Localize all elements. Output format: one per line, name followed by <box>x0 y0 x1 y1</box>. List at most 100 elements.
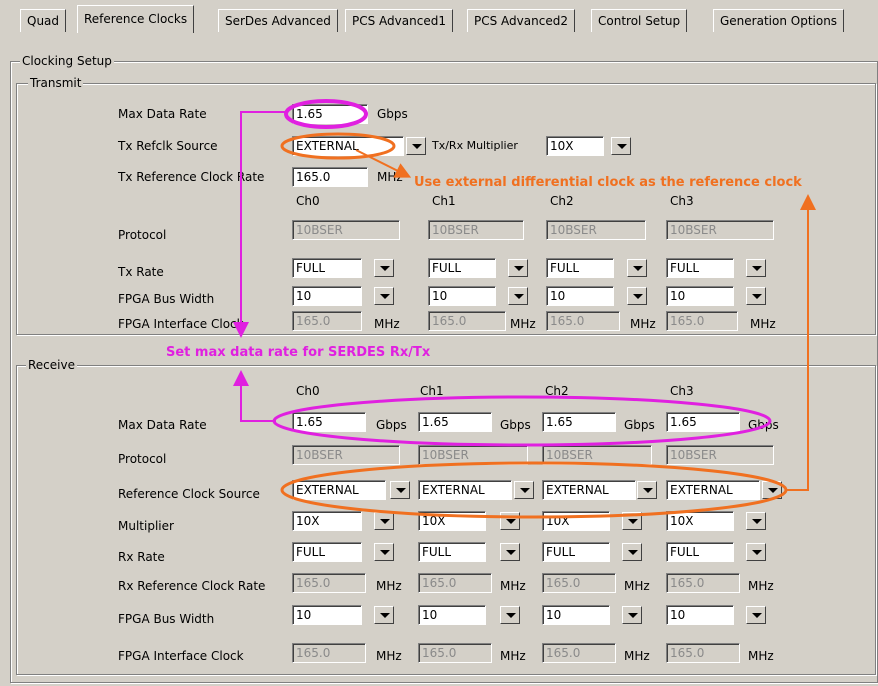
rx-bus-width-ch0-dropdown-icon[interactable] <box>374 606 394 624</box>
rx-rate-ch3[interactable]: FULL <box>666 542 734 562</box>
rx-protocol-ch0: 10BSER <box>292 445 400 465</box>
rx-ref-clock-rate-ch3: 165.0 <box>666 573 740 593</box>
tx-interface-clock-label: FPGA Interface Clock <box>118 317 244 331</box>
tab-reference-clocks[interactable]: Reference Clocks <box>77 5 195 33</box>
rx-ref-clock-source-ch2[interactable]: EXTERNAL <box>542 480 636 500</box>
rx-interface-clock-ch1: 165.0 <box>418 643 492 663</box>
tx-max-data-rate-unit: Gbps <box>377 107 408 121</box>
tx-rate-ch2[interactable]: FULL <box>546 258 614 278</box>
receive-title: Receive <box>26 358 77 372</box>
transmit-title: Transmit <box>28 76 84 90</box>
tx-bus-width-ch3-dropdown-icon[interactable] <box>746 287 766 305</box>
rx-ref-clock-source-ch3[interactable]: EXTERNAL <box>666 480 760 500</box>
rx-gbps-unit-3: Gbps <box>748 418 779 432</box>
tab-bar: Quad Reference Clocks SerDes Advanced PC… <box>0 0 878 34</box>
rx-interface-clock-unit-2: MHz <box>624 649 650 663</box>
tx-bus-width-ch2[interactable]: 10 <box>546 286 614 306</box>
tx-interface-clock-ch1: 165.0 <box>428 311 506 331</box>
tx-rate-ch3[interactable]: FULL <box>666 258 734 278</box>
rx-multiplier-ch2[interactable]: 10X <box>542 511 610 531</box>
rx-rate-ch0[interactable]: FULL <box>292 542 362 562</box>
tx-rate-ch0[interactable]: FULL <box>292 258 362 278</box>
rx-protocol-ch1: 10BSER <box>418 445 528 465</box>
tab-quad[interactable]: Quad <box>20 9 67 32</box>
tx-interface-clock-ch2: 165.0 <box>546 311 620 331</box>
rx-bus-width-ch1[interactable]: 10 <box>418 605 486 625</box>
rx-max-data-rate-label: Max Data Rate <box>118 418 207 432</box>
tx-ch0-header: Ch0 <box>296 194 320 208</box>
tx-bus-width-ch3[interactable]: 10 <box>666 286 734 306</box>
tx-refclk-source-label: Tx Refclk Source <box>118 139 218 153</box>
rx-rate-ch1-dropdown-icon[interactable] <box>500 543 520 561</box>
tx-bus-width-label: FPGA Bus Width <box>118 292 215 306</box>
tx-rate-ch3-dropdown-icon[interactable] <box>746 259 766 277</box>
rx-ref-clock-source-ch0-dropdown-icon[interactable] <box>390 481 410 499</box>
tx-ref-clock-rate-unit: MHz <box>377 170 403 184</box>
rx-bus-width-ch3-dropdown-icon[interactable] <box>746 606 766 624</box>
tx-interface-clock-unit-2: MHz <box>630 317 656 331</box>
rx-multiplier-ch3[interactable]: 10X <box>666 511 734 531</box>
tx-rx-multiplier-label: Tx/Rx Multiplier <box>432 139 518 152</box>
rx-ref-clock-source-ch3-dropdown-icon[interactable] <box>762 481 782 499</box>
tx-bus-width-ch2-dropdown-icon[interactable] <box>627 287 647 305</box>
tx-refclk-source-select[interactable]: EXTERNAL <box>292 136 404 156</box>
tx-rate-ch1[interactable]: FULL <box>428 258 496 278</box>
rx-rate-label: Rx Rate <box>118 550 165 564</box>
rx-bus-width-ch2[interactable]: 10 <box>542 605 610 625</box>
tx-ref-clock-rate-input[interactable]: 165.0 <box>292 167 368 187</box>
tab-pcs-advanced1[interactable]: PCS Advanced1 <box>345 9 453 32</box>
tx-interface-clock-ch3: 165.0 <box>666 311 738 331</box>
tx-interface-clock-unit-3: MHz <box>750 317 776 331</box>
tx-bus-width-ch0-dropdown-icon[interactable] <box>374 287 394 305</box>
tx-interface-clock-ch0: 165.0 <box>292 311 362 331</box>
rx-ref-clock-rate-ch0: 165.0 <box>292 573 366 593</box>
tx-protocol-ch0: 10BSER <box>292 220 400 240</box>
rx-ref-clock-rate-ch1: 165.0 <box>418 573 492 593</box>
rx-max-data-rate-ch3[interactable]: 1.65 <box>666 412 740 432</box>
rx-multiplier-ch2-dropdown-icon[interactable] <box>622 512 642 530</box>
tab-control-setup[interactable]: Control Setup <box>591 9 688 32</box>
rx-rate-ch1[interactable]: FULL <box>418 542 486 562</box>
tab-serdes-advanced[interactable]: SerDes Advanced <box>218 9 338 32</box>
tx-ref-clock-rate-label: Tx Reference Clock Rate <box>118 170 265 184</box>
rx-max-data-rate-ch2[interactable]: 1.65 <box>542 412 616 432</box>
rx-gbps-unit-2: Gbps <box>624 418 655 432</box>
tx-refclk-source-dropdown-icon[interactable] <box>406 137 426 155</box>
rx-ch1-header: Ch1 <box>420 384 444 398</box>
tx-bus-width-ch1-dropdown-icon[interactable] <box>508 287 528 305</box>
rx-rate-ch2-dropdown-icon[interactable] <box>622 543 642 561</box>
tx-rate-ch2-dropdown-icon[interactable] <box>627 259 647 277</box>
tx-bus-width-ch0[interactable]: 10 <box>292 286 362 306</box>
rx-ref-clock-source-ch2-dropdown-icon[interactable] <box>637 481 657 499</box>
rx-max-data-rate-ch1[interactable]: 1.65 <box>418 412 492 432</box>
tab-generation-options[interactable]: Generation Options <box>713 9 845 32</box>
tx-rate-ch0-dropdown-icon[interactable] <box>374 259 394 277</box>
rx-bus-width-ch2-dropdown-icon[interactable] <box>622 606 642 624</box>
tx-interface-clock-unit-1: MHz <box>510 317 536 331</box>
rx-rate-ch0-dropdown-icon[interactable] <box>374 543 394 561</box>
rx-ref-clock-source-ch1[interactable]: EXTERNAL <box>418 480 512 500</box>
tx-rx-multiplier-select[interactable]: 10X <box>546 136 604 156</box>
tx-interface-clock-unit-0: MHz <box>374 317 400 331</box>
rx-multiplier-ch0[interactable]: 10X <box>292 511 362 531</box>
tx-max-data-rate-input[interactable]: 1.65 <box>292 104 368 124</box>
rx-gbps-unit-0: Gbps <box>376 418 407 432</box>
tx-rx-multiplier-dropdown-icon[interactable] <box>611 137 631 155</box>
tx-rate-ch1-dropdown-icon[interactable] <box>508 259 528 277</box>
rx-multiplier-ch1-dropdown-icon[interactable] <box>500 512 520 530</box>
rx-bus-width-ch0[interactable]: 10 <box>292 605 362 625</box>
rx-rate-ch2[interactable]: FULL <box>542 542 610 562</box>
rx-bus-width-ch3[interactable]: 10 <box>666 605 734 625</box>
tab-pcs-advanced2[interactable]: PCS Advanced2 <box>467 9 575 32</box>
rx-max-data-rate-ch0[interactable]: 1.65 <box>292 412 366 432</box>
rx-multiplier-ch0-dropdown-icon[interactable] <box>374 512 394 530</box>
rx-ref-clock-source-ch0[interactable]: EXTERNAL <box>292 480 386 500</box>
rx-bus-width-ch1-dropdown-icon[interactable] <box>500 606 520 624</box>
rx-ref-clock-source-ch1-dropdown-icon[interactable] <box>514 481 534 499</box>
tx-max-data-rate-label: Max Data Rate <box>118 107 207 121</box>
rx-multiplier-ch3-dropdown-icon[interactable] <box>746 512 766 530</box>
rx-protocol-ch2: 10BSER <box>542 445 652 465</box>
rx-multiplier-ch1[interactable]: 10X <box>418 511 486 531</box>
tx-bus-width-ch1[interactable]: 10 <box>428 286 496 306</box>
rx-rate-ch3-dropdown-icon[interactable] <box>746 543 766 561</box>
